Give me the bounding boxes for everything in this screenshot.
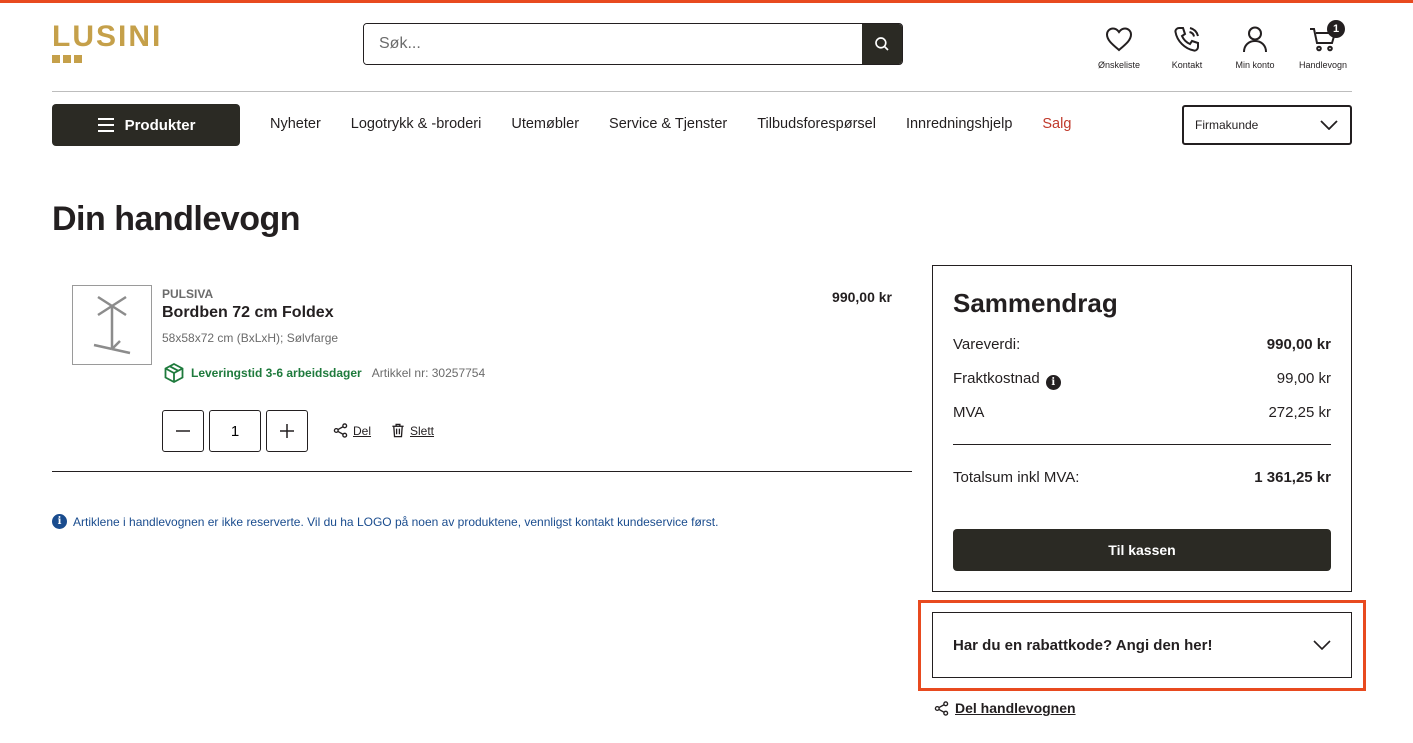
shipping-label-wrap: Fraktkostnad i: [953, 370, 1061, 390]
customer-type-value: Firmakunde: [1195, 118, 1259, 132]
nav-item-logotrykk[interactable]: Logotrykk & -broderi: [351, 116, 482, 132]
cart-count-badge: 1: [1327, 20, 1345, 38]
header-icons: Ønskeliste Kontakt Min konto 1 Handlevog…: [1085, 20, 1357, 70]
contact-link[interactable]: Kontakt: [1153, 24, 1221, 70]
table-leg-image: [93, 295, 131, 355]
logo-text: LUSINI: [52, 20, 163, 53]
summary-row-shipping: Fraktkostnad i 99,00 kr: [953, 370, 1331, 390]
shipping-label: Fraktkostnad: [953, 370, 1040, 387]
share-cart-link[interactable]: Del handlevognen: [934, 700, 1076, 716]
page-title: Din handlevogn: [52, 200, 301, 238]
nav-item-utemobler[interactable]: Utemøbler: [511, 116, 579, 132]
heart-icon: [1105, 27, 1133, 52]
quantity-decrease-button[interactable]: [162, 410, 204, 452]
nav-item-salg[interactable]: Salg: [1042, 116, 1071, 132]
contact-label: Kontakt: [1171, 60, 1203, 70]
header-divider: [52, 91, 1352, 92]
summary-divider: [953, 444, 1331, 445]
product-brand: PULSIVA: [162, 287, 214, 301]
item-price: 990,00 kr: [832, 289, 892, 305]
reservation-note-text: Artiklene i handlevognen er ikke reserve…: [73, 514, 719, 529]
nav-item-service[interactable]: Service & Tjenster: [609, 116, 727, 132]
product-name[interactable]: Bordben 72 cm Foldex: [162, 304, 334, 322]
goods-value: 990,00 kr: [1266, 336, 1331, 353]
checkout-button[interactable]: Til kassen: [953, 529, 1331, 571]
search-bar: [363, 23, 903, 65]
share-item-label: Del: [353, 423, 372, 438]
shipping-value: 99,00 kr: [1276, 370, 1331, 387]
share-icon: [934, 700, 949, 716]
search-icon: [875, 37, 889, 51]
article-number: Artikkel nr: 30257754: [371, 366, 486, 380]
wishlist-link[interactable]: Ønskeliste: [1085, 24, 1153, 70]
shipping-info-icon[interactable]: i: [1045, 375, 1061, 390]
account-link[interactable]: Min konto: [1221, 24, 1289, 70]
phone-icon: [1174, 27, 1199, 52]
products-menu-button[interactable]: Produkter: [52, 104, 240, 146]
delivery-time: Leveringstid 3-6 arbeidsdager: [191, 366, 362, 380]
goods-label: Vareverdi:: [953, 336, 1021, 353]
quantity-increase-button[interactable]: [266, 410, 308, 452]
discount-code-label: Har du en rabattkode? Angi den her!: [953, 636, 1213, 654]
vat-label: MVA: [953, 404, 985, 421]
summary-title: Sammendrag: [953, 288, 1118, 318]
summary-row-vat: MVA 272,25 kr: [953, 404, 1331, 421]
share-item-link[interactable]: Del: [333, 423, 371, 438]
cart-link[interactable]: 1 Handlevogn: [1289, 20, 1357, 70]
reservation-note: i Artiklene i handlevognen er ikke reser…: [52, 514, 718, 529]
nav-item-tilbud[interactable]: Tilbudsforespørsel: [757, 116, 876, 132]
summary-row-goods: Vareverdi: 990,00 kr: [953, 336, 1331, 353]
top-accent-bar: [0, 0, 1413, 3]
order-summary: Sammendrag Vareverdi: 990,00 kr Fraktkos…: [932, 265, 1352, 592]
nav-item-innredning[interactable]: Innredningshjelp: [906, 116, 1012, 132]
total-label: Totalsum inkl MVA:: [953, 469, 1080, 486]
package-icon: [164, 362, 184, 384]
logo-bars: [52, 55, 82, 63]
search-input[interactable]: [364, 24, 862, 64]
lusini-logo[interactable]: LUSINI: [52, 22, 198, 66]
summary-row-total: Totalsum inkl MVA: 1 361,25 kr: [953, 469, 1331, 486]
info-icon: i: [52, 514, 67, 529]
chevron-down-icon: [1320, 120, 1338, 130]
product-spec: 58x58x72 cm (BxLxH); Sølvfarge: [162, 331, 339, 345]
cart-item-divider: [52, 471, 912, 472]
share-cart-label: Del handlevognen: [955, 700, 1076, 716]
quantity-input[interactable]: [209, 410, 261, 452]
user-icon: [1243, 26, 1267, 53]
total-value: 1 361,25 kr: [1254, 469, 1331, 486]
wishlist-label: Ønskeliste: [1097, 60, 1141, 70]
share-icon: [333, 423, 348, 438]
plus-icon: [280, 424, 294, 438]
hamburger-icon: [97, 118, 114, 132]
main-nav: Nyheter Logotrykk & -broderi Utemøbler S…: [270, 116, 1071, 132]
cart-label: Handlevogn: [1298, 60, 1348, 70]
chevron-down-icon: [1313, 640, 1331, 650]
customer-type-select[interactable]: Firmakunde: [1182, 105, 1352, 145]
minus-icon: [176, 430, 190, 432]
products-menu-label: Produkter: [124, 116, 196, 134]
delete-item-link[interactable]: Slett: [391, 423, 434, 438]
search-button[interactable]: [862, 24, 902, 64]
product-image[interactable]: [72, 285, 152, 365]
discount-code-toggle[interactable]: Har du en rabattkode? Angi den her!: [932, 612, 1352, 678]
nav-item-nyheter[interactable]: Nyheter: [270, 116, 321, 132]
trash-icon: [392, 423, 404, 438]
account-label: Min konto: [1235, 60, 1275, 70]
vat-value: 272,25 kr: [1268, 404, 1331, 421]
delete-item-label: Slett: [410, 423, 435, 438]
delivery-info: Leveringstid 3-6 arbeidsdager Artikkel n…: [163, 362, 485, 384]
